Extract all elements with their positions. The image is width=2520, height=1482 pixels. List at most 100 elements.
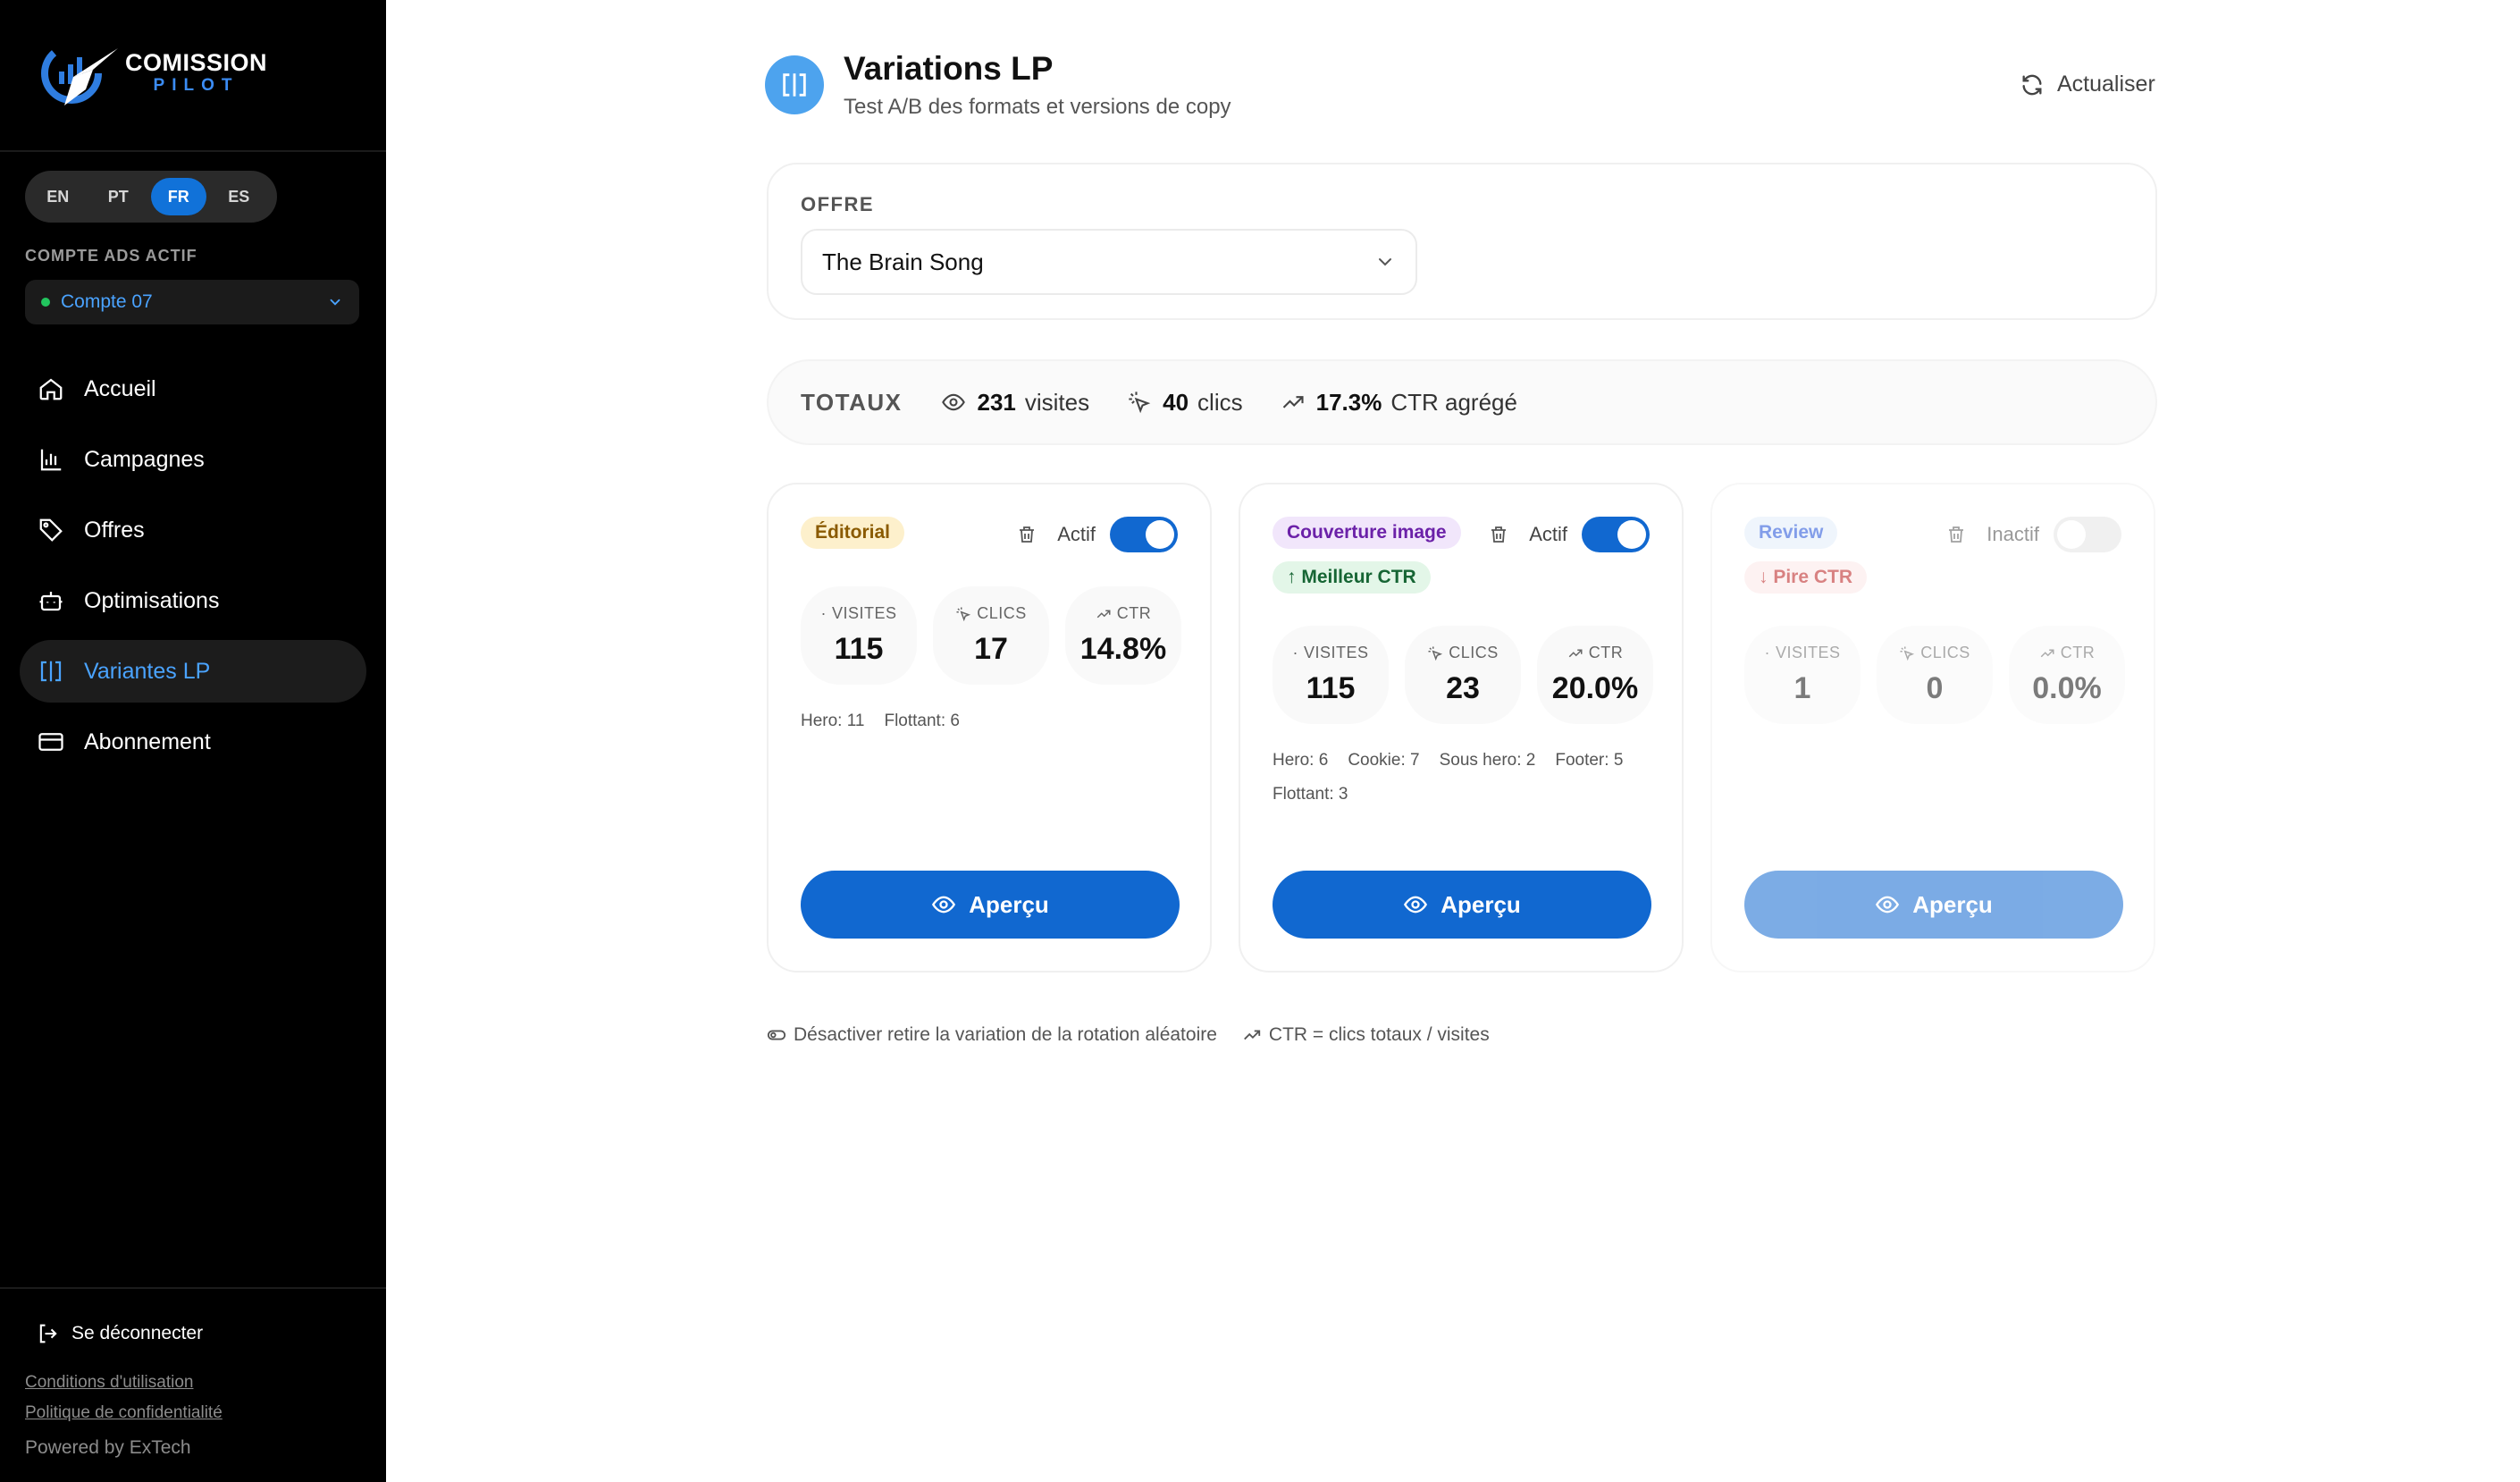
- privacy-link[interactable]: Politique de confidentialité: [25, 1403, 223, 1423]
- stat-clicks: CLICS 17: [933, 586, 1049, 685]
- offer-selected-value: The Brain Song: [822, 248, 984, 275]
- sidebar-item-label: Optimisations: [84, 587, 220, 613]
- chevron-down-icon: [330, 299, 340, 306]
- variant-active-toggle[interactable]: [1582, 517, 1650, 552]
- lang-en-button[interactable]: EN: [30, 178, 86, 215]
- variant-card-couverture-image: Couverture image ↑ Meilleur CTR Actif · V…: [1239, 483, 1684, 973]
- trash-icon[interactable]: [1488, 524, 1509, 545]
- page-icon: [765, 55, 824, 114]
- breakdown-item: Hero: 11: [801, 712, 865, 730]
- best-ctr-badge: ↑ Meilleur CTR: [1273, 561, 1431, 594]
- stat-visits-label: · VISITES: [820, 604, 897, 622]
- lang-es-button[interactable]: ES: [212, 178, 267, 215]
- robot-icon: [39, 592, 63, 611]
- sidebar-item-campagnes[interactable]: Campagnes: [20, 428, 366, 491]
- stat-visits-label: · VISITES: [1292, 644, 1369, 661]
- logo-mark-icon: [41, 43, 118, 105]
- variant-card-review: Review ↓ Pire CTR Inactif · VISITES 1 CLI…: [1710, 483, 2155, 973]
- sidebar: COMISSION PILOT EN PT FR ES COMPTE ADS A…: [0, 0, 386, 1482]
- totals-ctr-value: 17.3%: [1315, 388, 1382, 416]
- breakdown-item: Cookie: 7: [1348, 751, 1420, 770]
- toggle-knob: [1146, 520, 1174, 549]
- lang-fr-button[interactable]: FR: [151, 178, 206, 215]
- stat-ctr-label: CTR: [1567, 644, 1624, 662]
- lang-pt-button[interactable]: PT: [91, 178, 147, 215]
- stat-ctr-label: CTR: [1096, 604, 1152, 623]
- account-section-label: COMPTE ADS ACTIF: [25, 247, 197, 265]
- trash-icon[interactable]: [1945, 524, 1967, 545]
- variant-controls: Inactif: [1945, 517, 2121, 552]
- variant-stats: · VISITES 115 CLICS 23 CTR 20.0%: [1273, 626, 1669, 724]
- offer-select[interactable]: The Brain Song: [801, 229, 1417, 295]
- totals-ctr: 17.3% CTR agrégé: [1281, 389, 1517, 417]
- trending-up-icon: [1282, 396, 1304, 408]
- totals-visits-label: visites: [1024, 388, 1090, 416]
- bar-chart-icon: [40, 449, 62, 471]
- variant-stats: · VISITES 115 CLICS 17 CTR 14.8%: [801, 586, 1197, 685]
- powered-by: Powered by ExTech: [25, 1437, 191, 1458]
- breakdown-item: Sous hero: 2: [1439, 751, 1536, 770]
- preview-button[interactable]: Aperçu: [801, 871, 1180, 939]
- variant-breakdown: Hero: 11 Flottant: 6: [801, 704, 1194, 738]
- footnote-ctr: CTR = clics totaux / visites: [1242, 1024, 1490, 1046]
- totals-clicks-label: clics: [1197, 388, 1243, 416]
- preview-label: Aperçu: [1441, 890, 1521, 918]
- variant-controls: Actif: [1488, 517, 1650, 552]
- stat-clicks: CLICS 23: [1405, 626, 1521, 724]
- sidebar-item-accueil[interactable]: Accueil: [20, 358, 366, 420]
- eye-icon: [1404, 896, 1428, 914]
- refresh-button[interactable]: Actualiser: [2020, 72, 2155, 97]
- account-name: Compte 07: [61, 291, 153, 312]
- tag-icon: [39, 518, 63, 542]
- sidebar-item-variantes-lp[interactable]: Variantes LP: [20, 640, 366, 703]
- sidebar-item-label: Campagnes: [84, 446, 205, 472]
- sidebar-item-label: Offres: [84, 517, 145, 543]
- sidebar-nav: Accueil Campagnes Offres Optimisations V…: [20, 358, 366, 781]
- variant-active-toggle[interactable]: [2054, 517, 2121, 552]
- terms-link[interactable]: Conditions d'utilisation: [25, 1373, 193, 1393]
- credit-card-icon: [38, 733, 63, 751]
- brand-logo[interactable]: COMISSION PILOT: [38, 34, 267, 111]
- chevron-down-icon: [1379, 258, 1391, 266]
- page-title: Variations LP: [844, 50, 1054, 87]
- sidebar-item-offres[interactable]: Offres: [20, 499, 366, 561]
- account-status-dot: [41, 298, 50, 307]
- preview-button[interactable]: Aperçu: [1273, 871, 1651, 939]
- stat-visits: · VISITES 115: [801, 586, 917, 685]
- brand-name: COMISSION: [125, 49, 268, 76]
- preview-label: Aperçu: [969, 890, 1049, 918]
- toggle-knob: [1617, 520, 1646, 549]
- totals-ctr-label: CTR agrégé: [1390, 388, 1517, 416]
- variant-status-label: Actif: [1057, 523, 1096, 545]
- worst-ctr-badge: ↓ Pire CTR: [1744, 561, 1868, 594]
- variant-controls: Actif: [1016, 517, 1178, 552]
- stat-clicks-value: 17: [974, 632, 1008, 666]
- totals-clicks: 40 clics: [1127, 388, 1243, 417]
- sidebar-item-optimisations[interactable]: Optimisations: [20, 569, 366, 632]
- eye-icon: [932, 896, 956, 914]
- variant-card-editorial: Éditorial Actif · VISITES 115 CLICS 17 CT…: [767, 483, 1212, 973]
- trending-up-icon: [2040, 649, 2054, 657]
- trash-icon[interactable]: [1016, 524, 1037, 545]
- pointer-click-icon: [1129, 392, 1151, 414]
- sidebar-divider: [0, 150, 386, 152]
- offer-label: OFFRE: [801, 193, 875, 215]
- breakdown-item: Flottant: 6: [884, 712, 960, 730]
- preview-button[interactable]: Aperçu: [1744, 871, 2123, 939]
- breakdown-item: Hero: 6: [1273, 751, 1329, 770]
- sidebar-item-abonnement[interactable]: Abonnement: [20, 711, 366, 773]
- split-icon: [783, 73, 806, 97]
- eye-icon: [1876, 896, 1900, 914]
- eye-icon: [942, 393, 966, 411]
- toggle-knob: [2057, 520, 2086, 549]
- totals-visits: 231 visites: [941, 389, 1089, 417]
- variant-active-toggle[interactable]: [1110, 517, 1178, 552]
- sidebar-item-label: Abonnement: [84, 728, 211, 754]
- totals-bar: TOTAUX 231 visites 40 clics 17.3% CTR ag…: [767, 359, 2157, 445]
- footnote-ctr-text: CTR = clics totaux / visites: [1268, 1024, 1490, 1045]
- totals-clicks-value: 40: [1163, 388, 1189, 416]
- stat-clicks-label: CLICS: [1899, 644, 1970, 662]
- logout-button[interactable]: Se déconnecter: [36, 1321, 203, 1346]
- stat-ctr-label: CTR: [2039, 644, 2096, 662]
- account-select[interactable]: Compte 07: [25, 280, 359, 324]
